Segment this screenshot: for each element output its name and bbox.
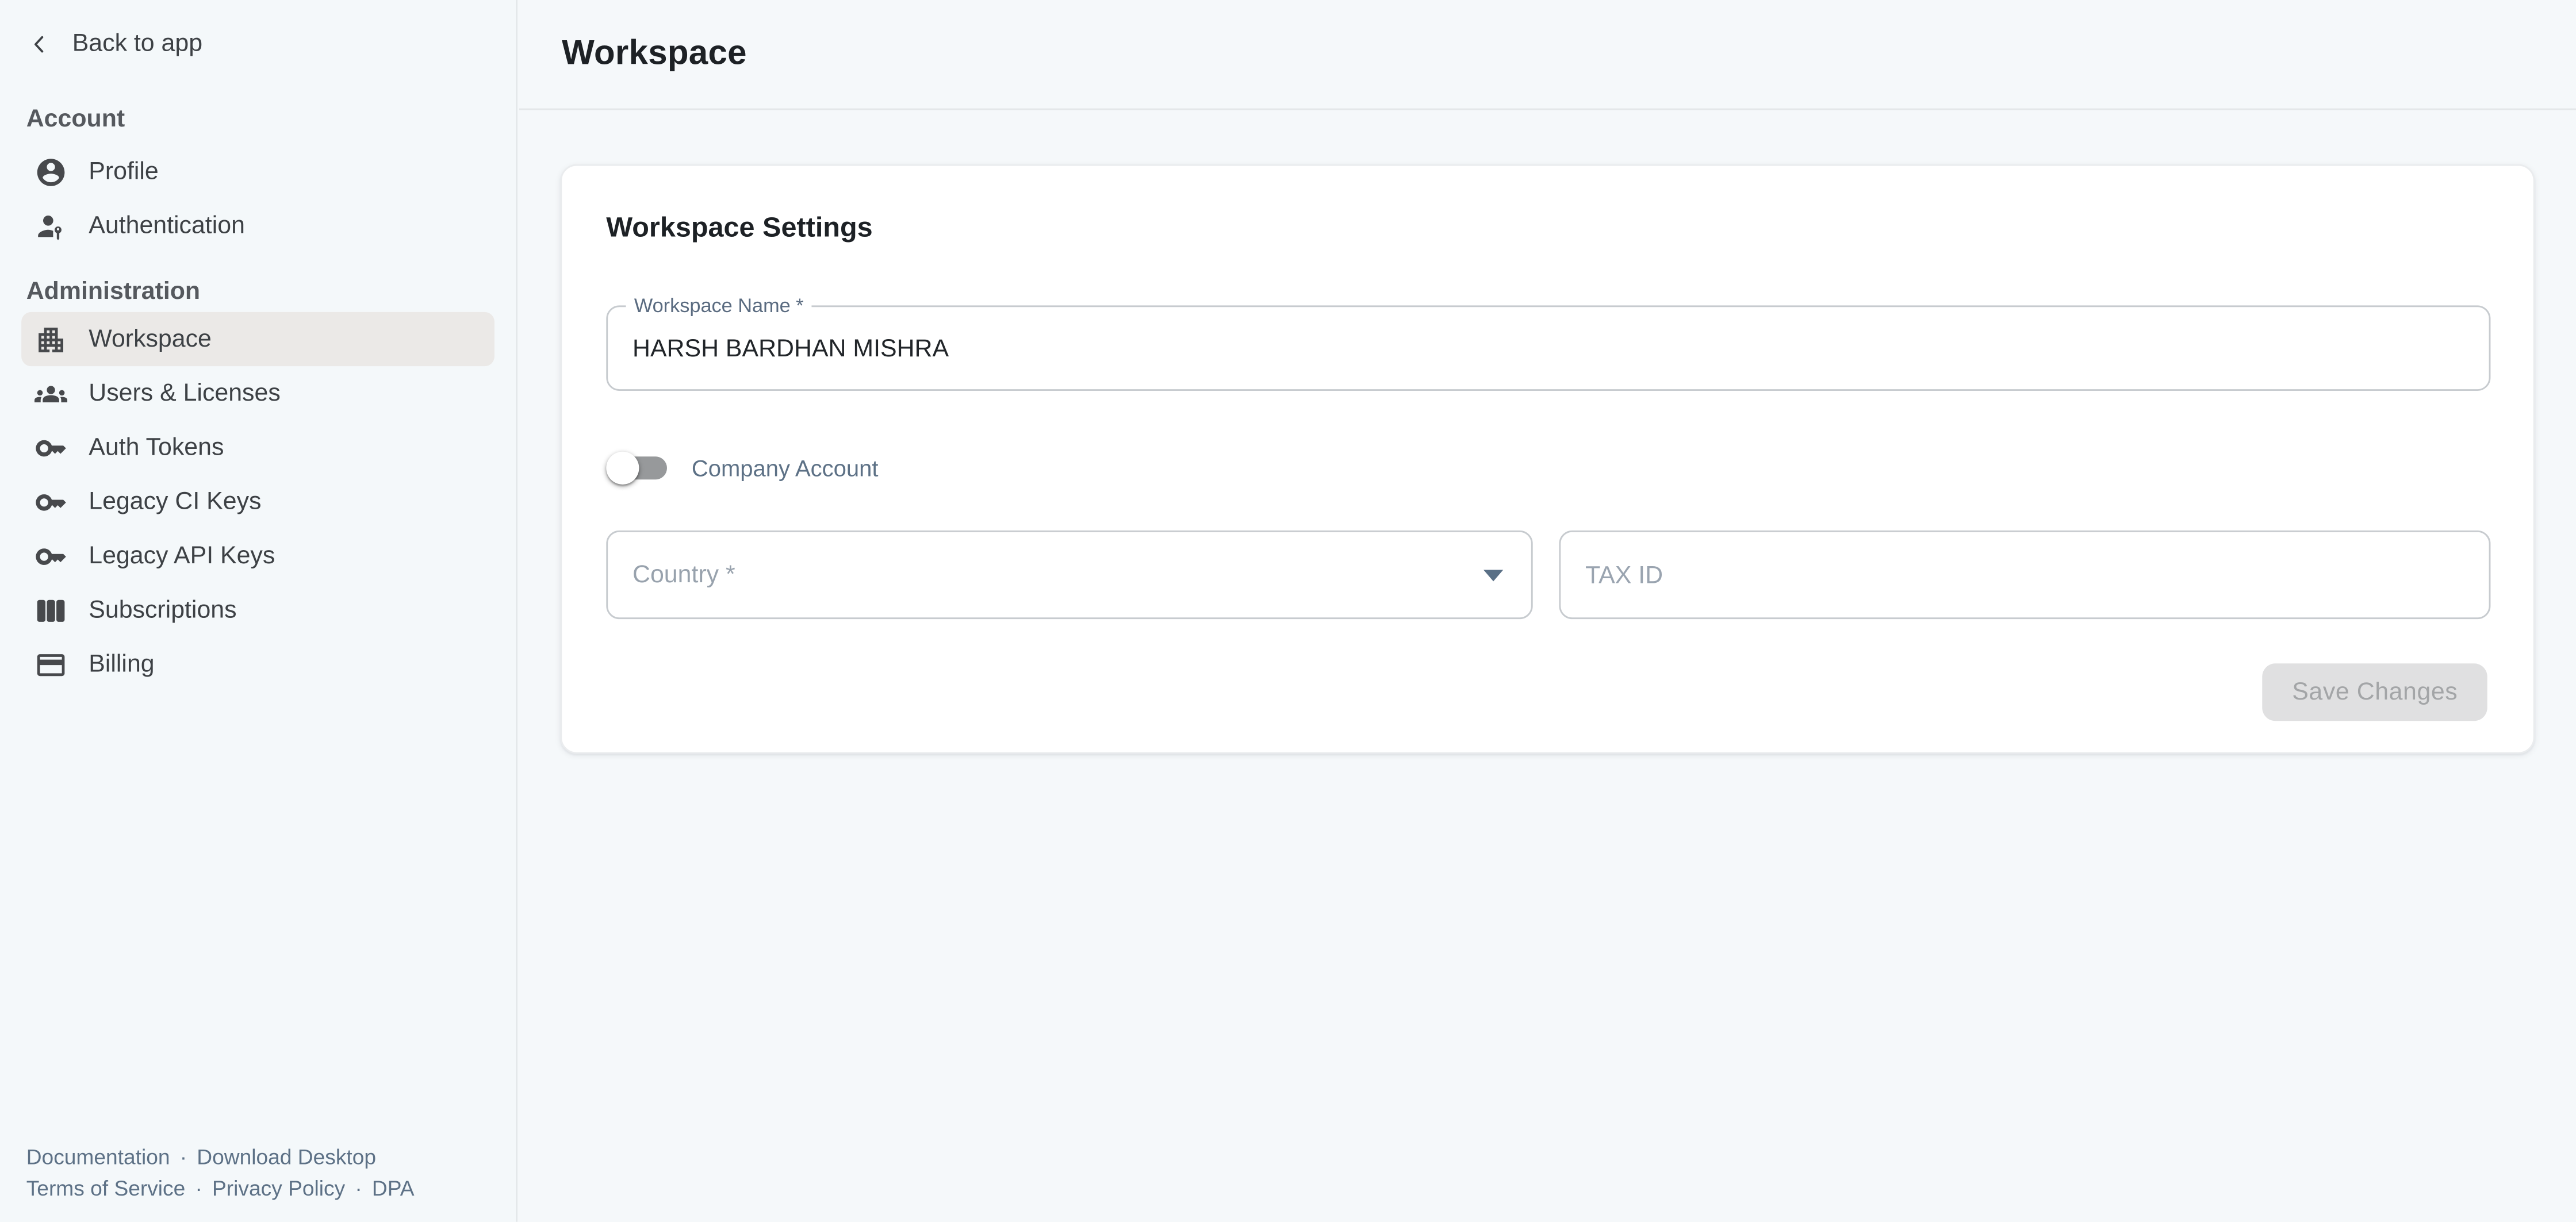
company-account-label: Company Account bbox=[692, 455, 879, 481]
sidebar-item-label: Legacy CI Keys bbox=[89, 488, 261, 516]
key-icon bbox=[34, 485, 67, 518]
settings-sidebar: Back to app Account Profile Authenticati… bbox=[0, 0, 518, 1222]
arrow-drop-down-icon bbox=[1483, 570, 1503, 581]
section-heading-account: Account bbox=[26, 105, 125, 133]
back-to-app-label: Back to app bbox=[72, 29, 202, 57]
person-key-icon bbox=[34, 209, 67, 242]
sidebar-item-legacy-ci-keys[interactable]: Legacy CI Keys bbox=[21, 475, 494, 529]
workspace-name-label: Workspace Name * bbox=[626, 295, 812, 317]
sidebar-item-label: Subscriptions bbox=[89, 596, 236, 624]
switch-thumb bbox=[606, 452, 639, 485]
tax-id-input[interactable] bbox=[1561, 532, 2489, 618]
sidebar-item-billing[interactable]: Billing bbox=[21, 637, 494, 691]
footer-link-terms-of-service[interactable]: Terms of Service bbox=[26, 1176, 186, 1201]
company-account-switch[interactable] bbox=[606, 450, 669, 486]
card-title: Workspace Settings bbox=[606, 212, 872, 245]
columns-icon bbox=[34, 594, 67, 627]
sidebar-item-authentication[interactable]: Authentication bbox=[21, 199, 494, 253]
people-group-icon bbox=[34, 377, 67, 410]
country-select-label: Country * bbox=[632, 561, 735, 589]
page-header: Workspace bbox=[519, 0, 2576, 110]
footer-separator: · bbox=[195, 1176, 202, 1201]
sidebar-item-label: Profile bbox=[89, 157, 159, 186]
footer-link-privacy-policy[interactable]: Privacy Policy bbox=[212, 1176, 345, 1201]
credit-card-icon bbox=[34, 648, 67, 681]
sidebar-item-workspace[interactable]: Workspace bbox=[21, 312, 494, 366]
sidebar-item-label: Authentication bbox=[89, 212, 245, 240]
page-title: Workspace bbox=[562, 34, 747, 74]
footer-link-download-desktop[interactable]: Download Desktop bbox=[197, 1144, 376, 1169]
sidebar-item-subscriptions[interactable]: Subscriptions bbox=[21, 583, 494, 637]
sidebar-footer: Documentation · Download Desktop Terms of … bbox=[26, 1142, 415, 1204]
sidebar-item-label: Users & Licenses bbox=[89, 379, 280, 408]
footer-separator: · bbox=[355, 1176, 362, 1201]
building-icon bbox=[34, 322, 67, 355]
footer-link-dpa[interactable]: DPA bbox=[372, 1176, 415, 1201]
company-account-toggle-row: Company Account bbox=[606, 450, 878, 486]
sidebar-item-profile[interactable]: Profile bbox=[21, 144, 494, 198]
nav-group-administration: Workspace Users & Licenses Auth Tokens L… bbox=[0, 312, 516, 691]
footer-link-documentation[interactable]: Documentation bbox=[26, 1144, 170, 1169]
main-content: Workspace Workspace Settings Workspace N… bbox=[519, 0, 2576, 1222]
app-root: Back to app Account Profile Authenticati… bbox=[0, 0, 2576, 1222]
save-changes-button[interactable]: Save Changes bbox=[2263, 663, 2487, 721]
sidebar-item-legacy-api-keys[interactable]: Legacy API Keys bbox=[21, 529, 494, 583]
tax-id-field bbox=[1559, 531, 2490, 619]
sidebar-item-label: Workspace bbox=[89, 325, 212, 353]
person-circle-icon bbox=[34, 155, 67, 188]
section-heading-administration: Administration bbox=[26, 278, 200, 306]
sidebar-item-label: Legacy API Keys bbox=[89, 542, 275, 570]
footer-row-2: Terms of Service · Privacy Policy · DPA bbox=[26, 1173, 415, 1204]
country-select[interactable]: Country * bbox=[606, 531, 1532, 619]
key-icon bbox=[34, 540, 67, 572]
back-to-app-button[interactable]: Back to app bbox=[26, 29, 202, 57]
footer-row-1: Documentation · Download Desktop bbox=[26, 1142, 415, 1173]
sidebar-item-label: Billing bbox=[89, 650, 154, 678]
chevron-left-icon bbox=[26, 30, 53, 57]
workspace-settings-card: Workspace Settings Workspace Name * Comp… bbox=[560, 164, 2535, 754]
workspace-name-input[interactable] bbox=[608, 307, 2489, 389]
workspace-name-field: Workspace Name * bbox=[606, 305, 2490, 391]
footer-separator: · bbox=[180, 1144, 187, 1169]
key-icon bbox=[34, 431, 67, 464]
nav-group-account: Profile Authentication bbox=[0, 144, 516, 253]
sidebar-item-users-licenses[interactable]: Users & Licenses bbox=[21, 366, 494, 420]
sidebar-item-auth-tokens[interactable]: Auth Tokens bbox=[21, 420, 494, 474]
sidebar-item-label: Auth Tokens bbox=[89, 433, 224, 462]
